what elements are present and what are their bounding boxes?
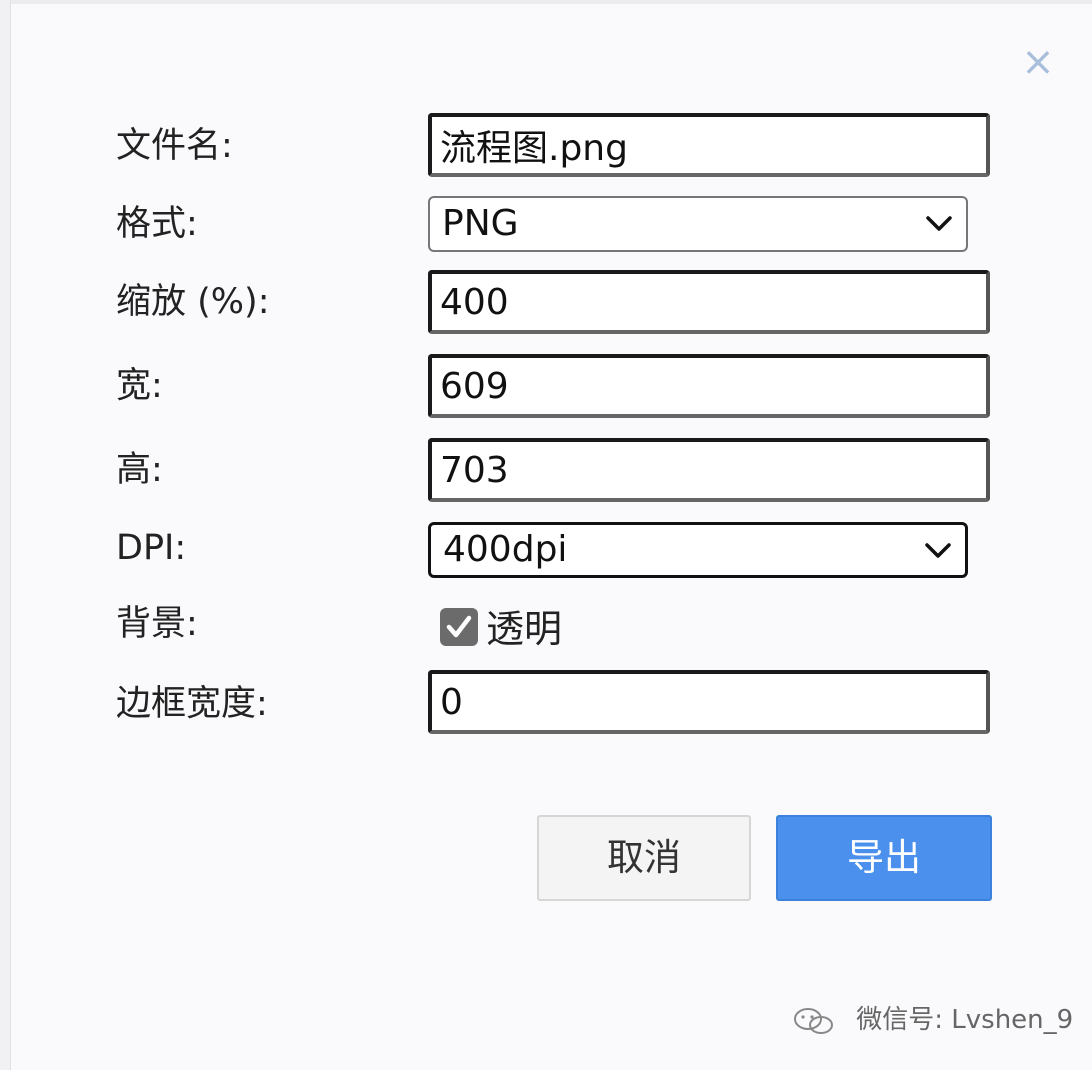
zoom-label: 缩放 (%): bbox=[116, 282, 270, 322]
dialog-left-edge bbox=[0, 0, 11, 1070]
filename-input[interactable] bbox=[428, 113, 990, 177]
watermark: 微信号: Lvshen_9 bbox=[790, 1002, 1073, 1038]
format-selected-value: PNG bbox=[442, 203, 519, 244]
export-dialog: × 文件名: 格式: PNG 缩放 (%): 宽: 高: DPI: 400dpi… bbox=[0, 0, 1092, 1070]
border-width-label: 边框宽度: bbox=[116, 684, 268, 724]
width-input[interactable] bbox=[428, 354, 990, 418]
watermark-text: 微信号: Lvshen_9 bbox=[856, 1005, 1074, 1035]
background-label: 背景: bbox=[116, 604, 198, 644]
height-label: 高: bbox=[116, 450, 163, 490]
border-width-input[interactable] bbox=[428, 670, 990, 734]
chevron-down-icon bbox=[925, 543, 951, 558]
export-button[interactable]: 导出 bbox=[776, 815, 992, 901]
checkmark-icon bbox=[446, 615, 472, 638]
dpi-label: DPI: bbox=[116, 528, 187, 568]
filename-label: 文件名: bbox=[116, 126, 233, 166]
dpi-selected-value: 400dpi bbox=[443, 529, 568, 570]
chevron-down-icon bbox=[926, 216, 952, 231]
wechat-icon bbox=[794, 1007, 833, 1034]
transparent-label[interactable]: 透明 bbox=[486, 605, 562, 653]
close-icon[interactable]: × bbox=[1018, 42, 1058, 82]
format-label: 格式: bbox=[116, 204, 198, 244]
dialog-top-edge bbox=[0, 0, 1092, 4]
cancel-button[interactable]: 取消 bbox=[537, 815, 751, 901]
zoom-input[interactable] bbox=[428, 270, 990, 334]
dpi-select[interactable]: 400dpi bbox=[428, 522, 968, 578]
format-select[interactable]: PNG bbox=[428, 196, 968, 252]
width-label: 宽: bbox=[116, 366, 163, 406]
transparent-checkbox[interactable] bbox=[440, 608, 478, 646]
height-input[interactable] bbox=[428, 438, 990, 502]
